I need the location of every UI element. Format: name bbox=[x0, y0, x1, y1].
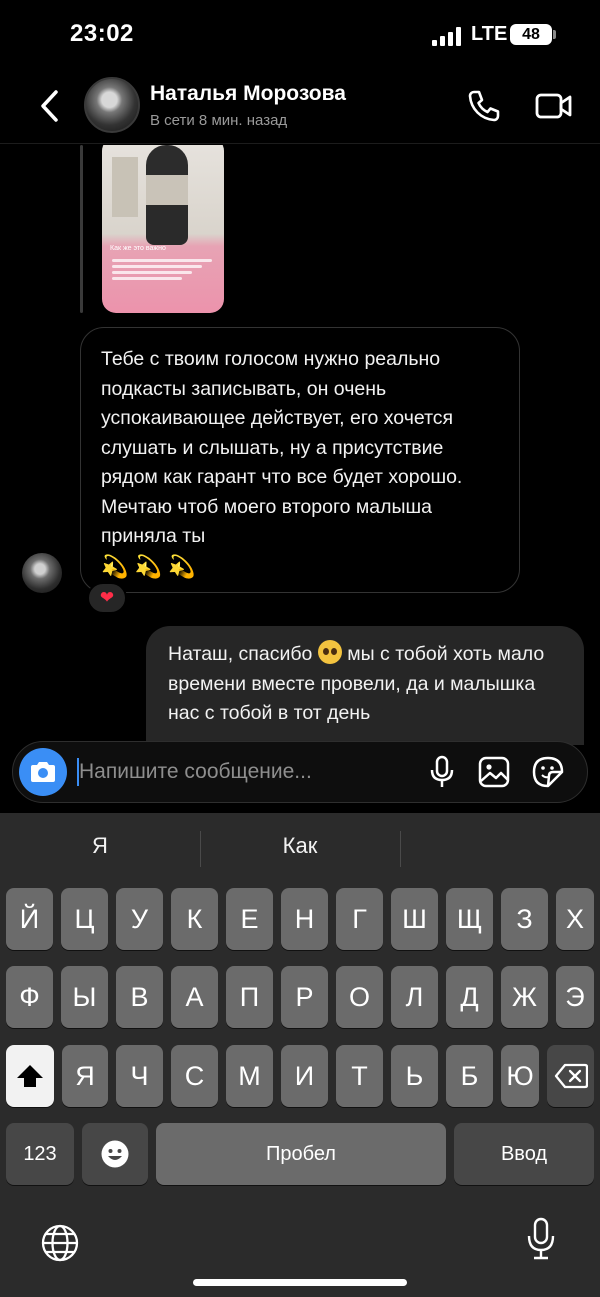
key[interactable]: Л bbox=[391, 966, 438, 1028]
camera-button[interactable] bbox=[19, 748, 67, 796]
key[interactable]: Ш bbox=[391, 888, 438, 950]
story-person-image bbox=[146, 145, 188, 245]
key[interactable]: Д bbox=[446, 966, 493, 1028]
key[interactable]: Н bbox=[281, 888, 328, 950]
key[interactable]: З bbox=[501, 888, 548, 950]
battery-tip bbox=[553, 30, 556, 39]
key[interactable]: О bbox=[336, 966, 383, 1028]
video-call-button[interactable] bbox=[534, 88, 574, 124]
message-composer bbox=[12, 741, 588, 803]
image-icon bbox=[478, 756, 510, 788]
incoming-message-text: Тебе с твоим голосом нужно реально подка… bbox=[101, 345, 499, 583]
key[interactable]: Ц bbox=[61, 888, 108, 950]
globe-icon bbox=[41, 1224, 79, 1262]
status-bar: 23:02 LTE 48 bbox=[0, 0, 600, 70]
signal-icon bbox=[432, 26, 464, 46]
outgoing-message-text: Наташ, спасибо мы с тобой хоть мало врем… bbox=[168, 640, 562, 729]
phone-icon bbox=[468, 90, 500, 122]
heart-reaction[interactable]: ❤ bbox=[87, 582, 127, 614]
key[interactable]: Ь bbox=[391, 1045, 438, 1107]
key[interactable]: М bbox=[226, 1045, 273, 1107]
microphone-icon bbox=[527, 1217, 555, 1260]
suggestion-bar: Я Как bbox=[0, 813, 600, 885]
shift-key[interactable] bbox=[6, 1045, 54, 1107]
message-list[interactable]: Как же это важно Тебе с твоим голосом ну… bbox=[0, 145, 600, 745]
audio-call-button[interactable] bbox=[466, 88, 502, 124]
sticker-icon bbox=[532, 756, 564, 788]
contact-name[interactable]: Наталья Морозова bbox=[150, 82, 346, 106]
status-time: 23:02 bbox=[70, 20, 134, 47]
voice-message-button[interactable] bbox=[427, 755, 457, 789]
shift-arrow-icon bbox=[17, 1065, 43, 1087]
key[interactable]: Я bbox=[62, 1045, 108, 1107]
backspace-key[interactable] bbox=[547, 1045, 594, 1107]
emoji-face-icon bbox=[101, 1140, 129, 1168]
story-reply-thumbnail[interactable]: Как же это важно bbox=[102, 145, 224, 313]
return-key[interactable]: Ввод bbox=[454, 1123, 594, 1185]
key[interactable]: Е bbox=[226, 888, 273, 950]
numbers-key[interactable]: 123 bbox=[6, 1123, 74, 1185]
key[interactable]: Х bbox=[556, 888, 594, 950]
key[interactable]: Й bbox=[6, 888, 53, 950]
reply-indicator bbox=[80, 145, 83, 313]
key[interactable]: А bbox=[171, 966, 218, 1028]
emoji-key[interactable] bbox=[82, 1123, 148, 1185]
pleading-face-emoji bbox=[317, 640, 342, 664]
key[interactable]: П bbox=[226, 966, 273, 1028]
contact-avatar[interactable] bbox=[84, 77, 140, 133]
key[interactable]: С bbox=[171, 1045, 218, 1107]
key[interactable]: Ж bbox=[501, 966, 548, 1028]
key[interactable]: Ч bbox=[116, 1045, 163, 1107]
story-caption: Как же это важно bbox=[110, 245, 166, 252]
back-button[interactable] bbox=[34, 86, 66, 126]
key[interactable]: И bbox=[281, 1045, 328, 1107]
key[interactable]: Ы bbox=[61, 966, 108, 1028]
key[interactable]: Щ bbox=[446, 888, 493, 950]
key[interactable]: Г bbox=[336, 888, 383, 950]
microphone-icon bbox=[430, 755, 454, 787]
space-key[interactable]: Пробел bbox=[156, 1123, 446, 1185]
key[interactable]: У bbox=[116, 888, 163, 950]
backspace-icon bbox=[554, 1063, 588, 1089]
key[interactable]: Т bbox=[336, 1045, 383, 1107]
chat-header: Наталья Морозова В сети 8 мин. назад bbox=[0, 70, 600, 144]
video-camera-icon bbox=[535, 93, 572, 119]
camera-icon bbox=[31, 762, 55, 782]
suggestion-1[interactable]: Я bbox=[0, 833, 200, 859]
dictation-button[interactable] bbox=[526, 1217, 556, 1261]
chevron-left-icon bbox=[41, 90, 58, 122]
globe-button[interactable] bbox=[40, 1223, 80, 1263]
suggestion-2[interactable]: Как bbox=[200, 833, 400, 859]
message-input[interactable] bbox=[79, 750, 409, 794]
battery-icon: 48 bbox=[510, 24, 552, 45]
key[interactable]: Р bbox=[281, 966, 328, 1028]
gallery-button[interactable] bbox=[477, 755, 511, 789]
incoming-message-bubble[interactable]: Тебе с твоим голосом нужно реально подка… bbox=[80, 327, 520, 593]
sender-avatar[interactable] bbox=[22, 553, 62, 593]
key[interactable]: Ф bbox=[6, 966, 53, 1028]
contact-status: В сети 8 мин. назад bbox=[150, 112, 288, 129]
network-type: LTE bbox=[471, 23, 508, 45]
outgoing-message-bubble[interactable]: Наташ, спасибо мы с тобой хоть мало врем… bbox=[146, 626, 584, 745]
dizzy-emoji: 💫 💫 💫 bbox=[101, 553, 196, 579]
keyboard: Я Как Й Ц У К Е Н Г Ш Щ З Х Ф Ы В А П Р … bbox=[0, 813, 600, 1297]
home-indicator[interactable] bbox=[193, 1279, 407, 1286]
sticker-button[interactable] bbox=[531, 755, 565, 789]
key[interactable]: В bbox=[116, 966, 163, 1028]
key[interactable]: Б bbox=[446, 1045, 493, 1107]
key[interactable]: Ю bbox=[501, 1045, 539, 1107]
key[interactable]: К bbox=[171, 888, 218, 950]
key[interactable]: Э bbox=[556, 966, 594, 1028]
